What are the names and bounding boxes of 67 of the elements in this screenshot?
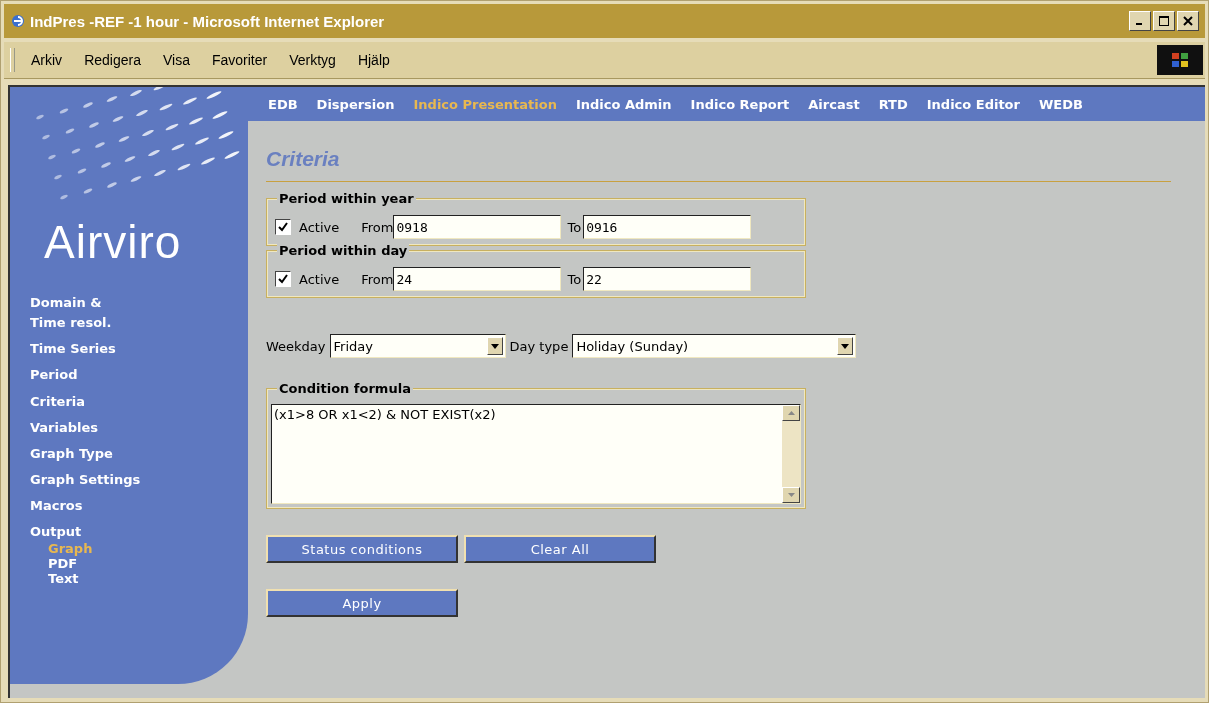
to-field[interactable]: 0916 bbox=[583, 215, 752, 239]
active-label: Active bbox=[299, 219, 340, 235]
scroll-up-icon bbox=[787, 411, 795, 415]
menu-item[interactable]: Favoriter bbox=[211, 52, 268, 68]
day-type-label: Day type bbox=[509, 338, 569, 354]
apply-button[interactable]: Apply bbox=[266, 589, 458, 617]
menu-item[interactable]: Verktyg bbox=[289, 52, 336, 68]
from-label: From bbox=[361, 271, 394, 287]
active-checkbox[interactable] bbox=[275, 271, 291, 287]
windows-flag-icon bbox=[1171, 52, 1189, 68]
browser-logo-icon bbox=[10, 13, 26, 29]
sidebar-sublink[interactable]: Graph bbox=[48, 542, 248, 558]
close-icon bbox=[1183, 16, 1193, 26]
to-label: To bbox=[567, 271, 582, 287]
action-button[interactable]: Status conditions bbox=[266, 535, 458, 563]
maximize-button[interactable] bbox=[1153, 11, 1175, 31]
dropdown-arrow-icon bbox=[490, 343, 499, 349]
to-field[interactable]: 22 bbox=[583, 267, 752, 291]
group-legend: Period within day bbox=[277, 243, 410, 258]
nav-link[interactable]: Indico Admin bbox=[575, 96, 672, 112]
nav-link[interactable]: Indico Report bbox=[690, 96, 790, 112]
sidebar-link[interactable]: Macros bbox=[30, 496, 248, 517]
page-heading: Criteria bbox=[266, 147, 341, 171]
scroll-down-icon bbox=[787, 493, 795, 497]
nav-link[interactable]: EDB bbox=[268, 96, 298, 112]
sidebar-sublink[interactable]: Text bbox=[48, 572, 248, 588]
sidebar-link[interactable]: Period bbox=[30, 365, 248, 386]
group-legend: Period within year bbox=[277, 191, 416, 206]
sidebar-link[interactable]: Graph Type bbox=[30, 443, 248, 464]
sidebar-sublink[interactable]: PDF bbox=[48, 557, 248, 573]
sidebar-link[interactable]: Output bbox=[30, 522, 248, 543]
weekday-label: Weekday bbox=[266, 338, 326, 354]
nav-link[interactable]: RTD bbox=[878, 96, 908, 112]
active-checkbox[interactable] bbox=[275, 219, 291, 235]
nav-link[interactable]: Indico Presentation bbox=[413, 96, 557, 112]
from-label: From bbox=[361, 219, 394, 235]
sidebar-link[interactable]: Variables bbox=[30, 417, 248, 438]
nav-link[interactable]: Indico Editor bbox=[926, 96, 1020, 112]
to-label: To bbox=[567, 219, 582, 235]
sidebar-link[interactable]: Graph Settings bbox=[30, 470, 248, 491]
nav-link[interactable]: Aircast bbox=[808, 96, 860, 112]
sidebar-link[interactable]: Time Series bbox=[30, 339, 248, 360]
action-button[interactable]: Clear All bbox=[464, 535, 656, 563]
menu-item[interactable]: Visa bbox=[162, 52, 190, 68]
sidebar-link[interactable]: Criteria bbox=[30, 391, 248, 412]
window-title: IndPres -REF -1 hour - Microsoft Internet Explorer bbox=[30, 12, 386, 30]
menu-item[interactable]: Hjälp bbox=[357, 52, 390, 68]
scrollbar[interactable] bbox=[782, 405, 800, 503]
menu-item[interactable]: Arkiv bbox=[31, 52, 63, 68]
from-field[interactable]: 24 bbox=[393, 267, 562, 291]
nav-link[interactable]: WEDB bbox=[1038, 96, 1083, 112]
minimize-button[interactable] bbox=[1129, 11, 1151, 31]
weekday-dropdown[interactable]: Friday bbox=[329, 334, 506, 358]
active-label: Active bbox=[299, 271, 340, 287]
dropdown-arrow-icon bbox=[841, 343, 850, 349]
from-field[interactable]: 0918 bbox=[393, 215, 562, 239]
nav-link[interactable]: Dispersion bbox=[316, 96, 395, 112]
close-button[interactable] bbox=[1177, 11, 1199, 31]
group-legend: Condition formula bbox=[277, 381, 413, 396]
day-type-dropdown[interactable]: Holiday (Sunday) bbox=[572, 334, 857, 358]
checkmark-icon bbox=[278, 274, 288, 284]
menu-item[interactable]: Redigera bbox=[84, 52, 141, 68]
checkmark-icon bbox=[278, 222, 288, 232]
condition-text-area[interactable]: (x1>8 OR x1<2) & NOT EXIST(x2) bbox=[271, 404, 801, 504]
sidebar-link[interactable]: Domain & Time resol. bbox=[30, 293, 248, 334]
airviro-logo: Airviro bbox=[44, 215, 183, 269]
maximize-icon bbox=[1159, 16, 1169, 26]
